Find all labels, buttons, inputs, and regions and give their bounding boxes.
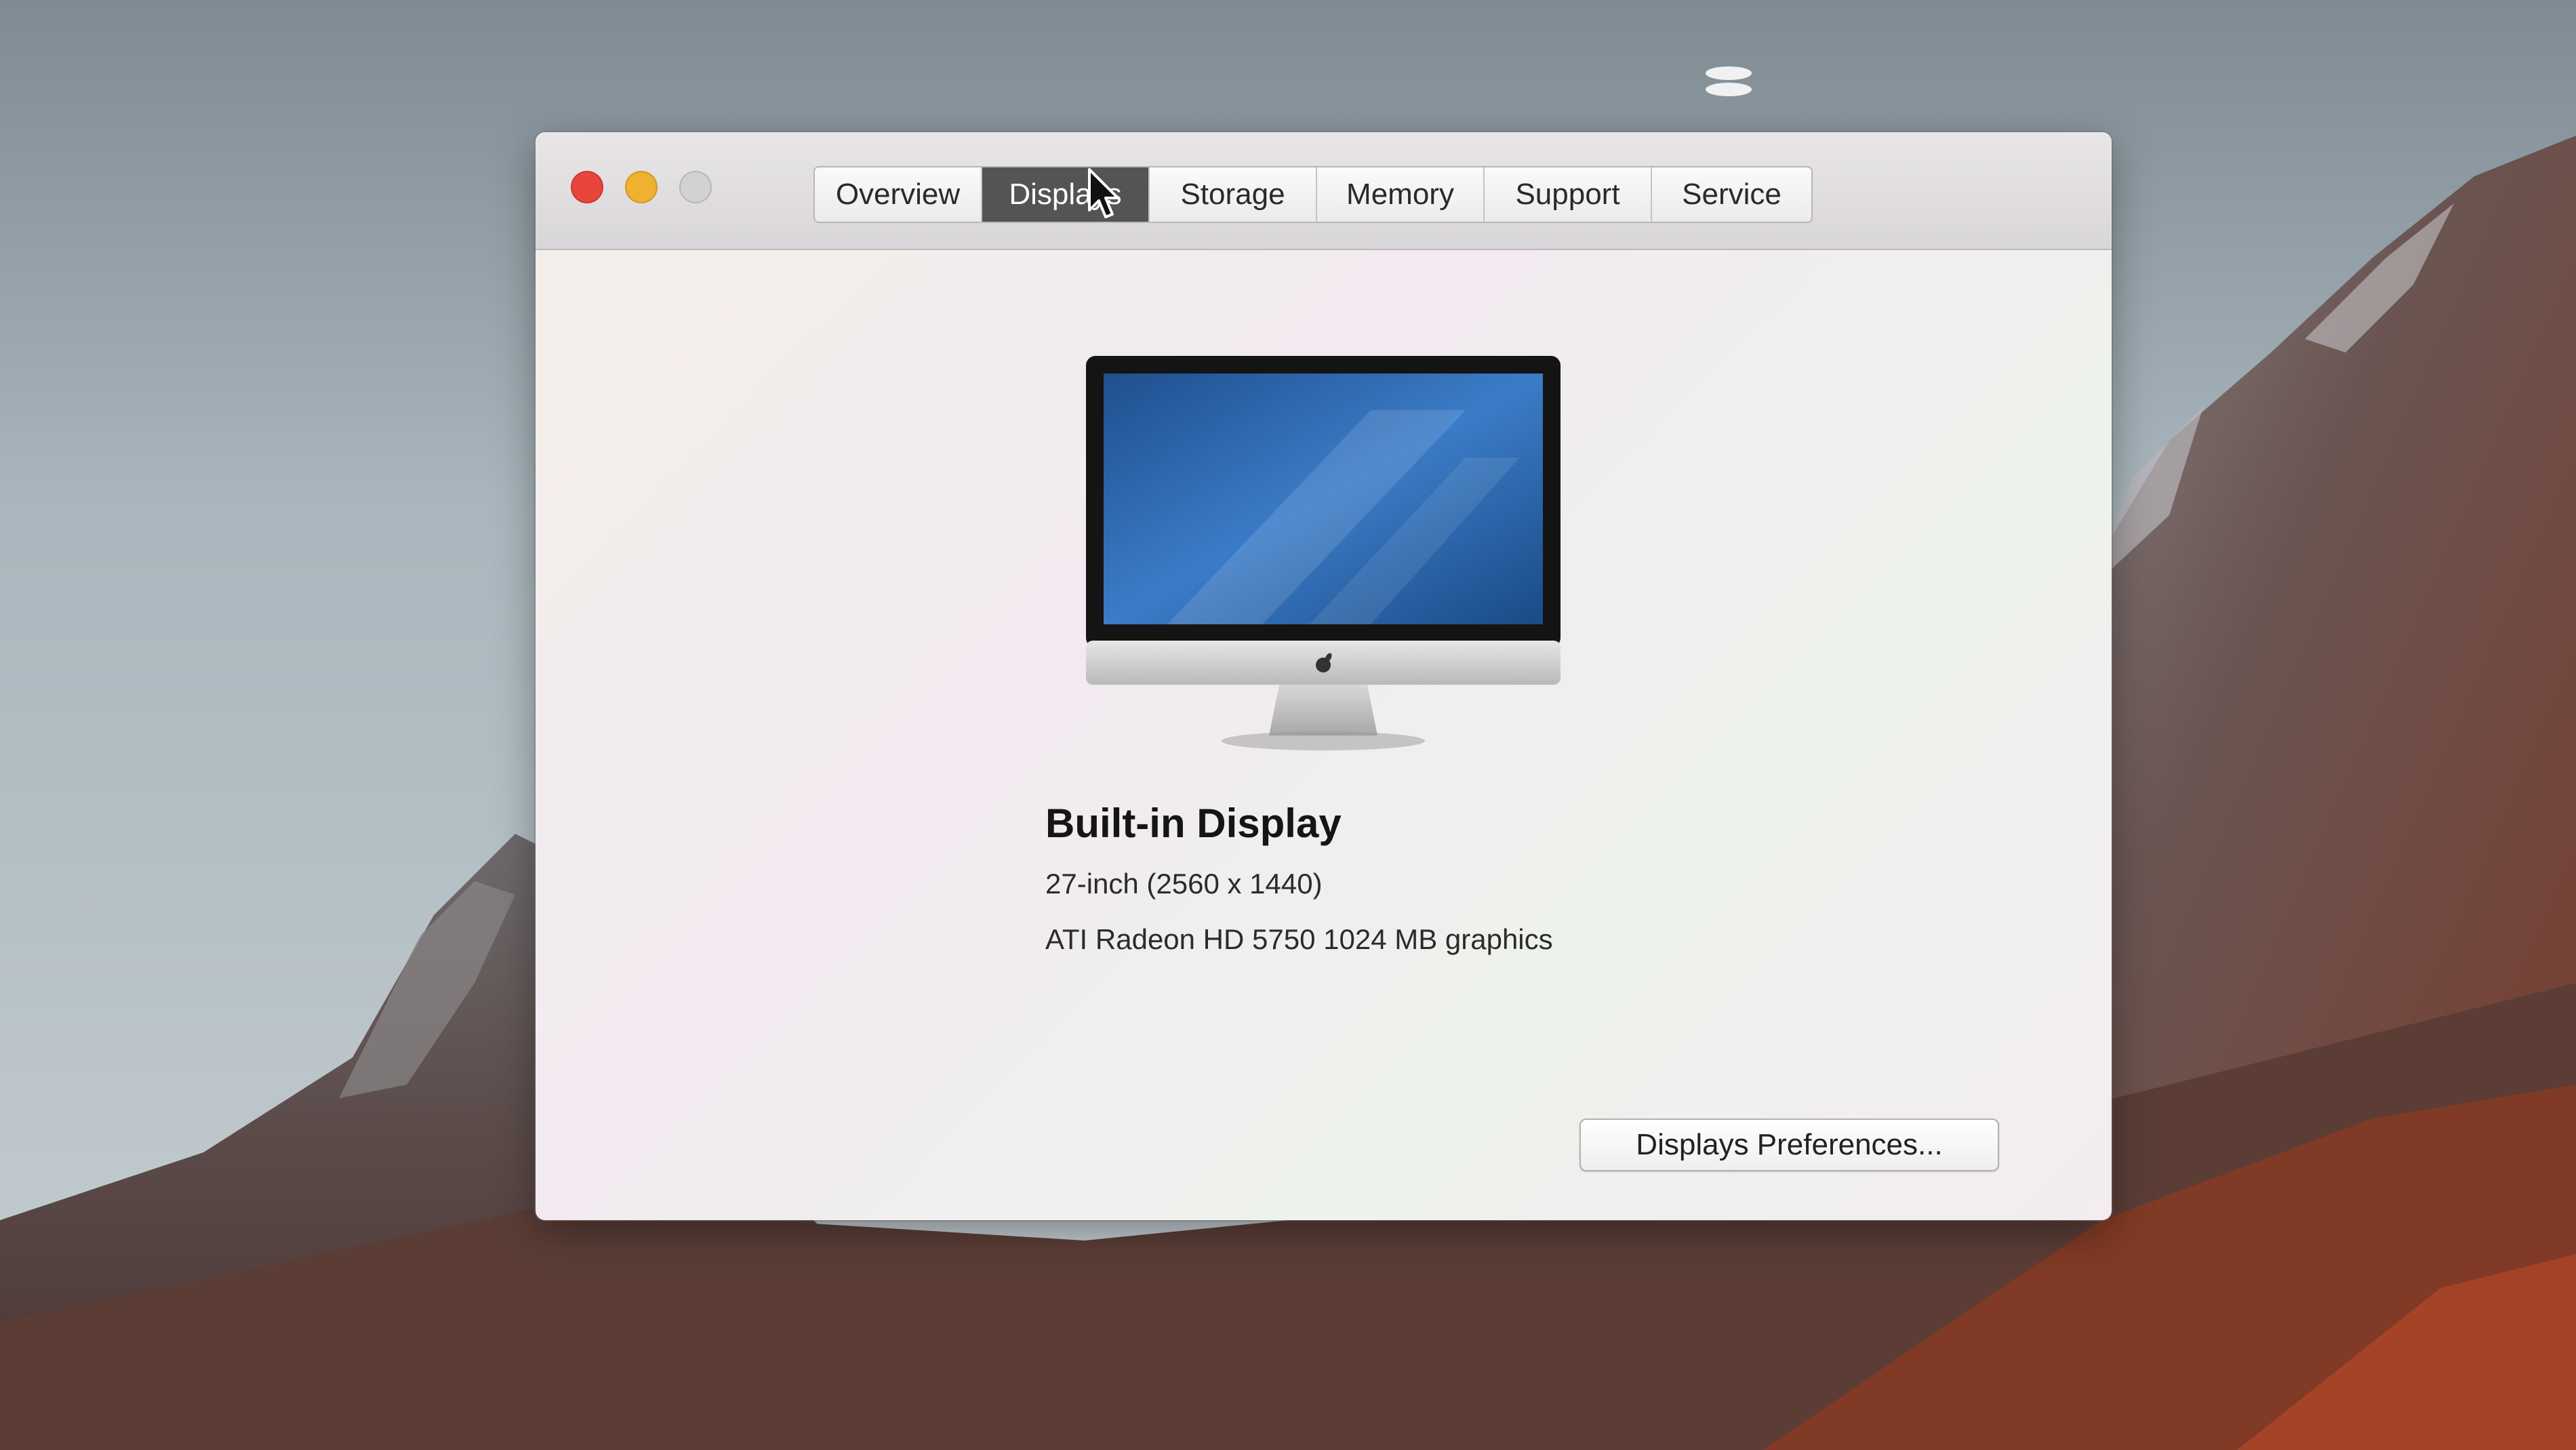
menu-bar-extra-icon: [1706, 66, 1752, 96]
close-icon[interactable]: [571, 171, 603, 203]
tab-memory[interactable]: Memory: [1317, 167, 1485, 222]
display-name: Built-in Display: [1045, 801, 1342, 846]
pointer-cursor-icon: [1088, 168, 1119, 218]
tab-service[interactable]: Service: [1652, 167, 1811, 222]
tab-storage[interactable]: Storage: [1150, 167, 1317, 222]
imac-display-icon: [1086, 356, 1561, 750]
minimize-icon[interactable]: [625, 171, 658, 203]
tab-support[interactable]: Support: [1485, 167, 1652, 222]
display-graphics: ATI Radeon HD 5750 1024 MB graphics: [1045, 923, 1553, 955]
display-size: 27-inch (2560 x 1440): [1045, 868, 1323, 900]
tab-bar: Overview Displays Storage Memory Support…: [813, 166, 1813, 223]
tab-displays[interactable]: Displays: [982, 167, 1150, 222]
tab-overview[interactable]: Overview: [815, 167, 982, 222]
title-bar: Overview Displays Storage Memory Support…: [536, 132, 2112, 250]
displays-preferences-button[interactable]: Displays Preferences...: [1579, 1119, 1999, 1171]
about-this-mac-window: Overview Displays Storage Memory Support…: [536, 132, 2112, 1220]
zoom-icon[interactable]: [679, 171, 712, 203]
